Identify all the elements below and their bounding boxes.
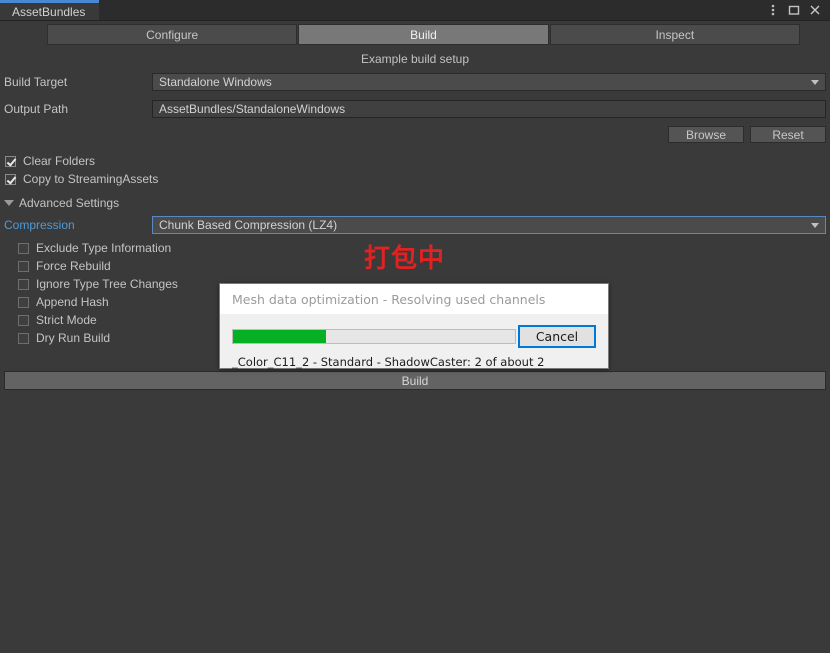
progress-bar [232, 329, 516, 344]
output-path-value: AssetBundles/StandaloneWindows [159, 102, 346, 116]
output-path-input[interactable]: AssetBundles/StandaloneWindows [152, 100, 826, 118]
build-target-value: Standalone Windows [159, 75, 272, 89]
tab-inspect-label: Inspect [655, 28, 695, 42]
mode-tabbar: Configure Build Inspect [0, 21, 830, 45]
progress-row: Cancel [232, 325, 597, 348]
browse-button[interactable]: Browse [668, 126, 744, 143]
window-tab-label: AssetBundles [12, 4, 86, 19]
maximize-icon[interactable] [785, 1, 803, 19]
option-append-hash-label: Append Hash [36, 295, 109, 309]
chevron-down-icon [811, 79, 819, 85]
build-target-label: Build Target [4, 75, 68, 89]
toggle-group: Clear Folders Copy to StreamingAssets [0, 152, 830, 188]
checkbox-icon[interactable] [18, 314, 29, 326]
build-target-row: Build Target Standalone Windows [0, 71, 830, 93]
progress-dialog: Mesh data optimization - Resolving used … [219, 283, 609, 369]
toggle-copy-streamingassets[interactable]: Copy to StreamingAssets [0, 170, 830, 188]
compression-dropdown[interactable]: Chunk Based Compression (LZ4) [152, 216, 826, 234]
kebab-menu-icon[interactable] [764, 1, 782, 19]
checkbox-icon[interactable] [5, 173, 16, 185]
progress-dialog-title: Mesh data optimization - Resolving used … [220, 284, 608, 314]
checkbox-icon[interactable] [18, 332, 29, 344]
tab-build[interactable]: Build [298, 24, 549, 45]
close-icon[interactable] [806, 1, 824, 19]
compression-label: Compression [4, 218, 75, 232]
toggle-copy-streamingassets-label: Copy to StreamingAssets [23, 172, 159, 186]
window-tab-assetbundles[interactable]: AssetBundles [0, 0, 100, 20]
tab-inspect[interactable]: Inspect [549, 24, 800, 45]
progress-bar-fill [233, 330, 327, 343]
option-force-rebuild-label: Force Rebuild [36, 259, 111, 273]
checkbox-icon[interactable] [5, 155, 16, 167]
tab-configure[interactable]: Configure [47, 24, 298, 45]
progress-dialog-body: Cancel _Color_C11_2 - Standard - ShadowC… [220, 314, 608, 369]
checkbox-icon[interactable] [18, 260, 29, 272]
option-ignore-type-tree-changes-label: Ignore Type Tree Changes [36, 277, 178, 291]
option-dry-run-build-label: Dry Run Build [36, 331, 111, 345]
option-exclude-type-information-label: Exclude Type Information [36, 241, 172, 255]
build-target-dropdown[interactable]: Standalone Windows [152, 73, 826, 91]
tabstrip-spacer [99, 0, 764, 20]
reset-button[interactable]: Reset [750, 126, 826, 143]
progress-status-text: _Color_C11_2 - Standard - ShadowCaster: … [232, 355, 545, 369]
checkbox-icon[interactable] [18, 278, 29, 290]
advanced-settings-foldout[interactable]: Advanced Settings [0, 194, 830, 212]
toggle-clear-folders-label: Clear Folders [23, 154, 96, 168]
window-controls [764, 0, 830, 20]
tab-build-label: Build [410, 28, 437, 42]
chevron-down-icon [811, 222, 819, 228]
triangle-down-icon [4, 200, 14, 206]
option-strict-mode-label: Strict Mode [36, 313, 97, 327]
page-subtitle: Example build setup [360, 52, 470, 66]
checkbox-icon[interactable] [18, 242, 29, 254]
window-tabstrip: AssetBundles [0, 0, 830, 21]
output-path-row: Output Path AssetBundles/StandaloneWindo… [0, 98, 830, 120]
packaging-status-overlay: 打包中 [364, 243, 446, 273]
checkbox-icon[interactable] [18, 296, 29, 308]
compression-value: Chunk Based Compression (LZ4) [159, 218, 338, 232]
output-path-label: Output Path [4, 102, 69, 116]
advanced-settings-label: Advanced Settings [19, 196, 120, 210]
toggle-clear-folders[interactable]: Clear Folders [0, 152, 830, 170]
compression-row: Compression Chunk Based Compression (LZ4… [0, 214, 830, 236]
tab-configure-label: Configure [146, 28, 199, 42]
path-button-row: Browse Reset [0, 126, 830, 143]
cancel-button[interactable]: Cancel [518, 325, 596, 348]
build-button[interactable]: Build [4, 371, 826, 390]
